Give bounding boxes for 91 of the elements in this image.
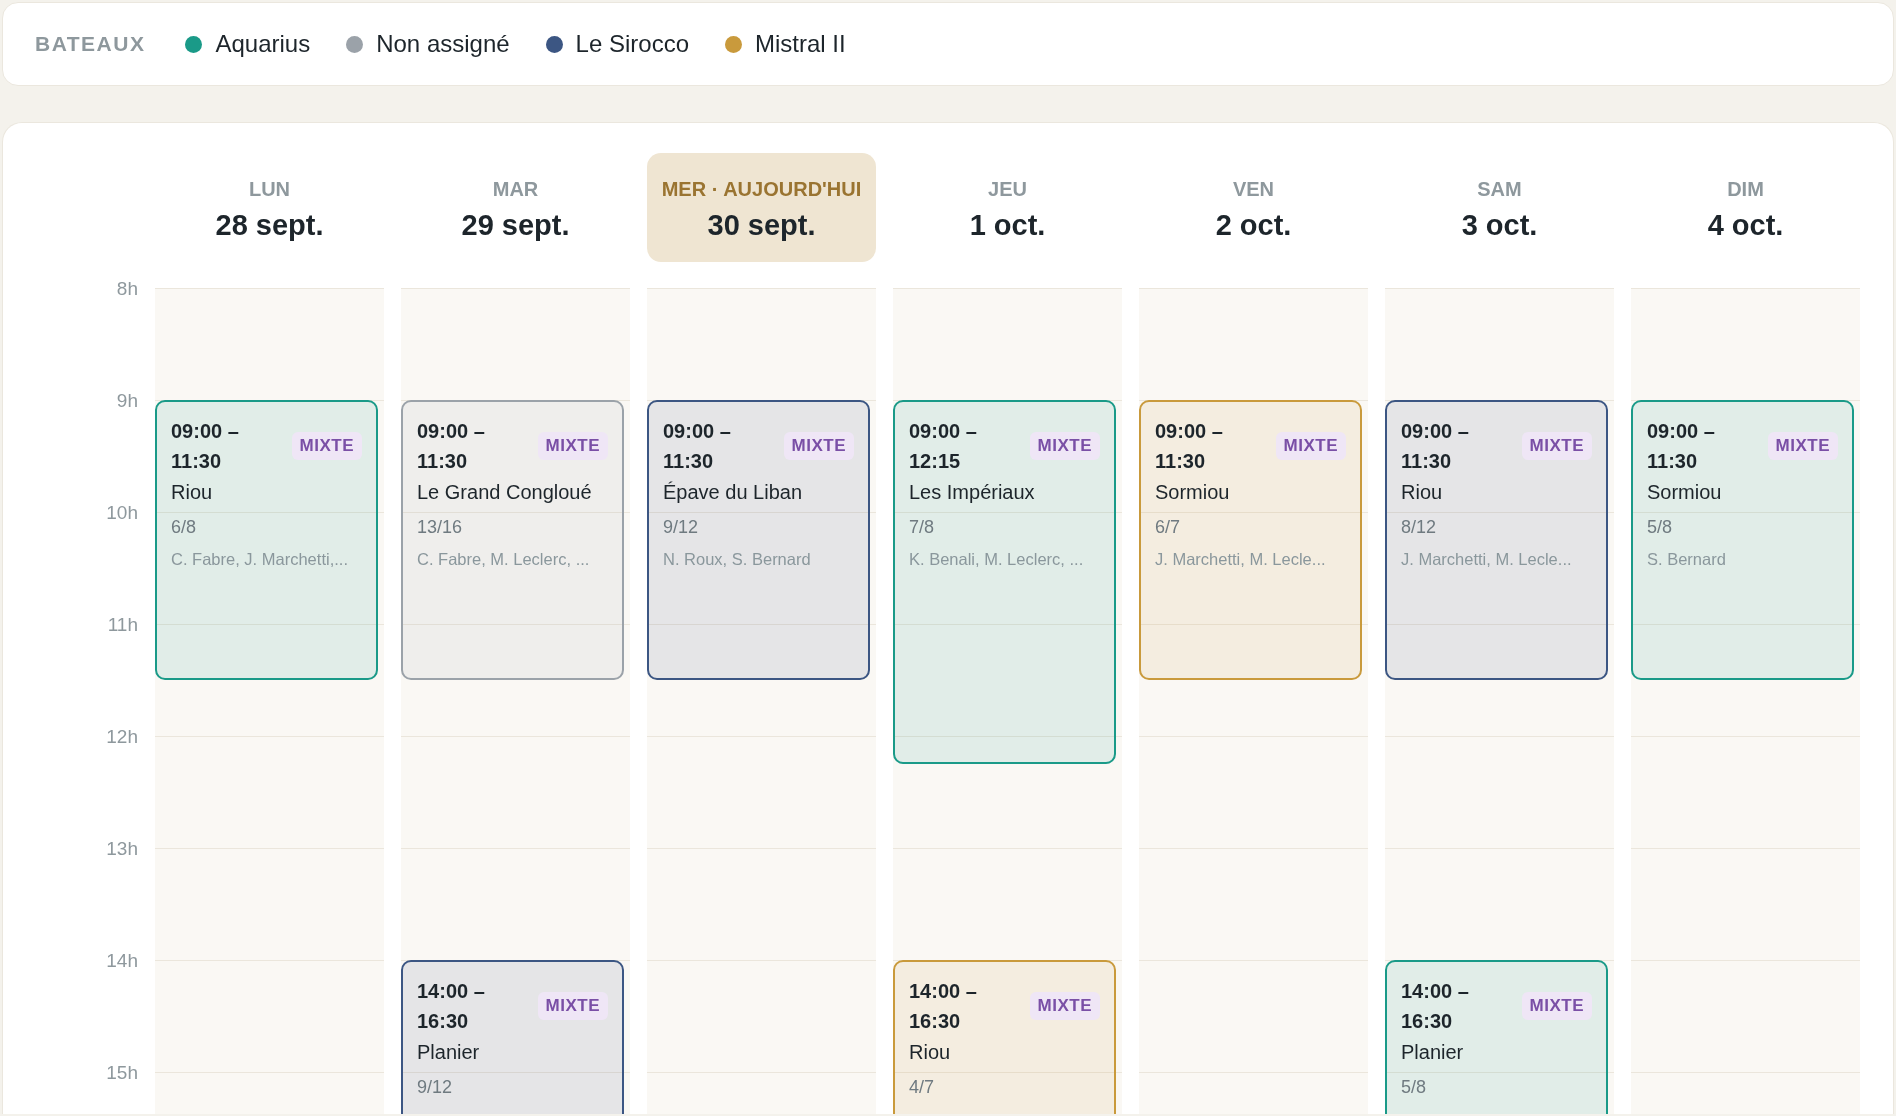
date-label: 28 sept. xyxy=(215,208,324,242)
event-card[interactable]: 09:00 – 11:30 MIXTE Riou 8/12 J. Marchetti, M. Lecle... xyxy=(1385,400,1608,680)
event-card[interactable]: 14:00 – 16:30 MIXTE Planier 9/12 xyxy=(401,960,624,1114)
event-site: Riou xyxy=(171,481,214,504)
event-site: Les Impériaux xyxy=(909,481,1036,504)
boat-name: Aquarius xyxy=(215,30,311,58)
event-site: Planier xyxy=(1401,1041,1465,1064)
event-site: Épave du Liban xyxy=(663,481,803,504)
participant-count: 9/12 xyxy=(663,517,700,538)
tag-badge: MIXTE xyxy=(1521,432,1592,460)
event-card[interactable]: 09:00 – 11:30 MIXTE Épave du Liban 9/12 N. Roux, S. Bernard xyxy=(647,400,870,680)
event-card[interactable]: 09:00 – 11:30 MIXTE Riou 6/8 C. Fabre, J. Marchetti,... xyxy=(155,400,378,680)
day-header[interactable]: JEU 1 oct. xyxy=(893,153,1122,262)
hour-label: 9h xyxy=(116,390,138,412)
tag-badge: MIXTE xyxy=(1767,432,1838,460)
day-header[interactable]: LUN 28 sept. xyxy=(155,153,384,262)
hour-label: 13h xyxy=(106,838,138,860)
date-label: 2 oct. xyxy=(1215,208,1292,242)
crew-names: C. Fabre, M. Leclerc, ... xyxy=(417,550,591,569)
day-header[interactable]: DIM 4 oct. xyxy=(1631,153,1860,262)
hour-label: 8h xyxy=(116,278,138,300)
tag-badge: MIXTE xyxy=(1275,432,1346,460)
boat-name: Non assigné xyxy=(376,30,510,58)
day-header[interactable]: MAR 29 sept. xyxy=(401,153,630,262)
date-label: 1 oct. xyxy=(969,208,1046,242)
participant-count: 13/16 xyxy=(417,517,464,538)
participant-count: 6/7 xyxy=(1155,517,1182,538)
boat-name: Mistral II xyxy=(755,30,846,58)
event-time: 09:00 – 11:30 xyxy=(1401,419,1470,474)
tag-badge: MIXTE xyxy=(537,432,608,460)
crew-names: C. Fabre, J. Marchetti,... xyxy=(171,550,349,569)
day-header[interactable]: SAM 3 oct. xyxy=(1385,153,1614,262)
event-time: 09:00 – 11:30 xyxy=(417,419,486,474)
tag-badge: MIXTE xyxy=(1029,992,1100,1020)
event-time: 14:00 – 16:30 xyxy=(909,979,978,1034)
event-site: Le Grand Congloué xyxy=(417,481,593,504)
event-time: 09:00 – 11:30 xyxy=(1155,419,1224,474)
participant-count: 6/8 xyxy=(171,517,198,538)
event-card[interactable]: 14:00 – 16:30 MIXTE Riou 4/7 xyxy=(893,960,1116,1114)
tag-badge: MIXTE xyxy=(1521,992,1592,1020)
weekday-label: MER · AUJOURD'HUI xyxy=(661,177,862,201)
date-label: 29 sept. xyxy=(461,208,570,242)
event-site: Planier xyxy=(417,1041,481,1064)
hour-label: 10h xyxy=(106,502,138,524)
hour-label: 12h xyxy=(106,726,138,748)
weekday-label: JEU xyxy=(988,177,1027,201)
event-site: Sormiou xyxy=(1647,481,1723,504)
event-time: 09:00 – 11:30 xyxy=(663,419,732,474)
tag-badge: MIXTE xyxy=(291,432,362,460)
tag-badge: MIXTE xyxy=(1029,432,1100,460)
event-time: 14:00 – 16:30 xyxy=(417,979,486,1034)
tag-badge: MIXTE xyxy=(537,992,608,1020)
crew-names: S. Bernard xyxy=(1647,550,1727,569)
event-card[interactable]: 14:00 – 16:30 MIXTE Planier 5/8 xyxy=(1385,960,1608,1114)
participant-count: 5/8 xyxy=(1401,1077,1428,1098)
event-card[interactable]: 09:00 – 11:30 MIXTE Sormiou 6/7 J. Marchetti, M. Lecle... xyxy=(1139,400,1362,680)
event-time: 09:00 – 11:30 xyxy=(1647,419,1716,474)
weekday-label: VEN xyxy=(1232,177,1275,201)
hour-label: 14h xyxy=(106,950,138,972)
participant-count: 8/12 xyxy=(1401,517,1438,538)
event-site: Sormiou xyxy=(1155,481,1231,504)
participant-count: 7/8 xyxy=(909,517,936,538)
legend-title: BATEAUX xyxy=(35,32,146,56)
crew-names: K. Benali, M. Leclerc, ... xyxy=(909,550,1085,569)
event-time: 09:00 – 11:30 xyxy=(171,419,240,474)
date-label: 3 oct. xyxy=(1461,208,1538,242)
weekday-label: LUN xyxy=(248,177,291,201)
day-header[interactable]: MER · AUJOURD'HUI 30 sept. xyxy=(647,153,876,262)
weekday-label: DIM xyxy=(1727,177,1764,201)
crew-names: J. Marchetti, M. Lecle... xyxy=(1155,550,1327,569)
day-header[interactable]: VEN 2 oct. xyxy=(1139,153,1368,262)
participant-count: 5/8 xyxy=(1647,517,1674,538)
event-time: 09:00 – 12:15 xyxy=(909,419,978,474)
event-card[interactable]: 09:00 – 11:30 MIXTE Sormiou 5/8 S. Bernard xyxy=(1631,400,1854,680)
weekday-label: SAM xyxy=(1477,177,1522,201)
boat-name: Le Sirocco xyxy=(575,30,689,58)
event-time: 14:00 – 16:30 xyxy=(1401,979,1470,1034)
hour-label: 15h xyxy=(106,1062,138,1084)
crew-names: J. Marchetti, M. Lecle... xyxy=(1401,550,1573,569)
event-site: Riou xyxy=(1401,481,1444,504)
crew-names: N. Roux, S. Bernard xyxy=(663,550,812,569)
participant-count: 9/12 xyxy=(417,1077,454,1098)
event-card[interactable]: 09:00 – 11:30 MIXTE Le Grand Congloué 13/16 C. Fabre, M. Leclerc, ... xyxy=(401,400,624,680)
date-label: 30 sept. xyxy=(707,208,816,242)
event-site: Riou xyxy=(909,1041,952,1064)
weekday-label: MAR xyxy=(492,177,539,201)
participant-count: 4/7 xyxy=(909,1077,936,1098)
date-label: 4 oct. xyxy=(1707,208,1784,242)
tag-badge: MIXTE xyxy=(783,432,854,460)
event-card[interactable]: 09:00 – 12:15 MIXTE Les Impériaux 7/8 K. Benali, M. Leclerc, ... xyxy=(893,400,1116,764)
hour-label: 11h xyxy=(107,614,138,636)
